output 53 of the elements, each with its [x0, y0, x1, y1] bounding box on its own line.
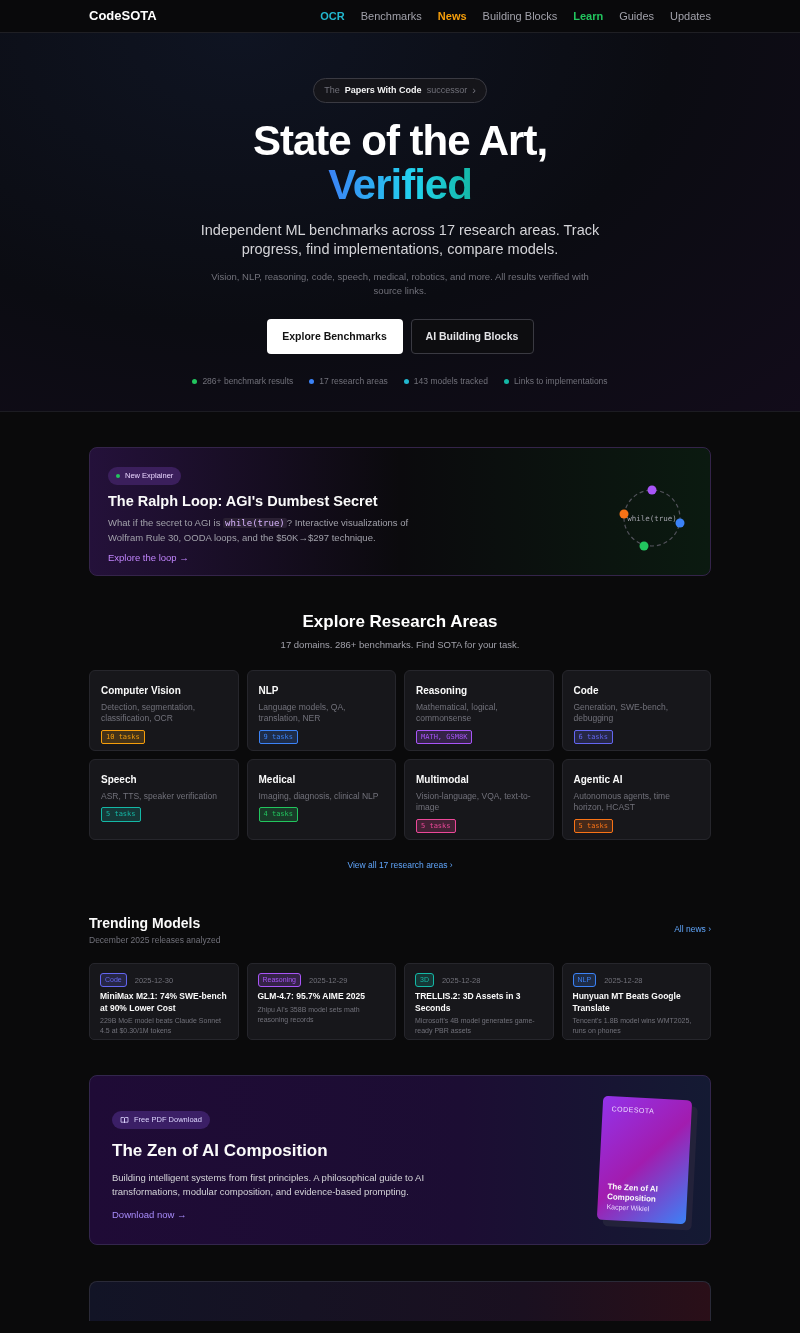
cover-title: The Zen of AI Composition: [606, 1182, 660, 1204]
area-description: ASR, TTS, speaker verification: [101, 790, 219, 803]
area-description: Mathematical, logical, commonsense: [416, 701, 499, 725]
area-name: Speech: [101, 772, 138, 787]
status-dot: [116, 474, 120, 478]
area-description: Language models, QA, translation, NER: [258, 701, 347, 725]
stat-label: Links to implementations: [514, 375, 608, 389]
all-news-link[interactable]: All news ›: [674, 923, 711, 936]
nav-link[interactable]: Learn: [573, 7, 604, 25]
hero-note: Vision, NLP, reasoning, code, speech, medical, robotics, and more. All results verified with source links.: [210, 269, 590, 298]
area-name: Computer Vision: [101, 683, 182, 698]
nav-link[interactable]: Guides: [619, 7, 654, 25]
section-title: Explore Research Areas: [301, 612, 499, 633]
news-title: MiniMax M2.1: 74% SWE-bench at 90% Lower Cost: [100, 991, 228, 1015]
view-all-link[interactable]: View all 17 research areas ›: [347, 859, 453, 870]
area-name: Code: [573, 683, 600, 698]
area-description: Generation, SWE-bench, debugging: [573, 701, 669, 725]
nav-link[interactable]: Updates: [670, 7, 711, 25]
area-name: Agentic AI: [573, 772, 624, 787]
hero-subtitle: Independent ML benchmarks across 17 research areas. Track progress, find implementations, compare models.: [199, 220, 601, 260]
explainer-description: What if the secret to AGI is while(true) ? Interactive visualizations of Wolfram Rule 30, OODA loops, and the $50K→$297 technique.: [108, 516, 410, 545]
section-subtitle: 17 domains. 286+ benchmarks. Find SOTA for your task.: [279, 638, 521, 653]
explainer-title: The Ralph Loop: AGI's Dumbest Secret: [108, 491, 379, 511]
area-name: NLP: [258, 683, 280, 698]
area-name: Reasoning: [416, 683, 469, 698]
successor-pill[interactable]: The Papers With Code successor ›: [313, 78, 487, 103]
download-link[interactable]: Download now →: [112, 1208, 187, 1223]
area-description: Vision-language, VQA, text-to-image: [416, 790, 532, 814]
book-description: Building intelligent systems from first principles. A philosophical guide to AI transformations, modular composition, and evidence-based prompting.: [112, 1170, 426, 1200]
section-subtitle: December 2025 releases analyzed: [89, 934, 221, 947]
book-title: The Zen of AI Composition: [112, 1140, 329, 1163]
news-title: GLM-4.7: 95.7% AIME 2025: [257, 991, 366, 1003]
book-icon: [120, 1115, 129, 1124]
news-title: TRELLIS.2: 3D Assets in 3 Seconds: [415, 991, 522, 1015]
stat-label: 143 models tracked: [413, 375, 489, 389]
area-description: Imaging, diagnosis, clinical NLP: [258, 790, 380, 803]
primary-button[interactable]: Explore Benchmarks: [266, 319, 403, 355]
explore-loop-link[interactable]: Explore the loop →: [108, 551, 189, 566]
area-name: Medical: [258, 772, 297, 787]
nav-link[interactable]: News: [437, 7, 467, 25]
nav-link[interactable]: Building Blocks: [482, 7, 558, 25]
area-description: Autonomous agents, time horizon, HCAST: [573, 790, 671, 814]
section-title: Trending Models: [89, 914, 202, 934]
site-logo[interactable]: CodeSOTA: [89, 6, 157, 26]
area-description: Detection, segmentation, classification, OCR: [101, 701, 197, 725]
stat-label: 286+ benchmark results: [202, 375, 294, 389]
area-name: Multimodal: [416, 772, 470, 787]
nav-link[interactable]: Benchmarks: [360, 7, 422, 25]
hero-title: State of the Art,: [252, 118, 548, 163]
news-title: Hunyuan MT Beats Google Translate: [572, 991, 682, 1015]
nav-link[interactable]: OCR: [320, 7, 345, 25]
stat-label: 17 research areas: [319, 375, 388, 389]
secondary-button[interactable]: AI Building Blocks: [410, 319, 534, 355]
